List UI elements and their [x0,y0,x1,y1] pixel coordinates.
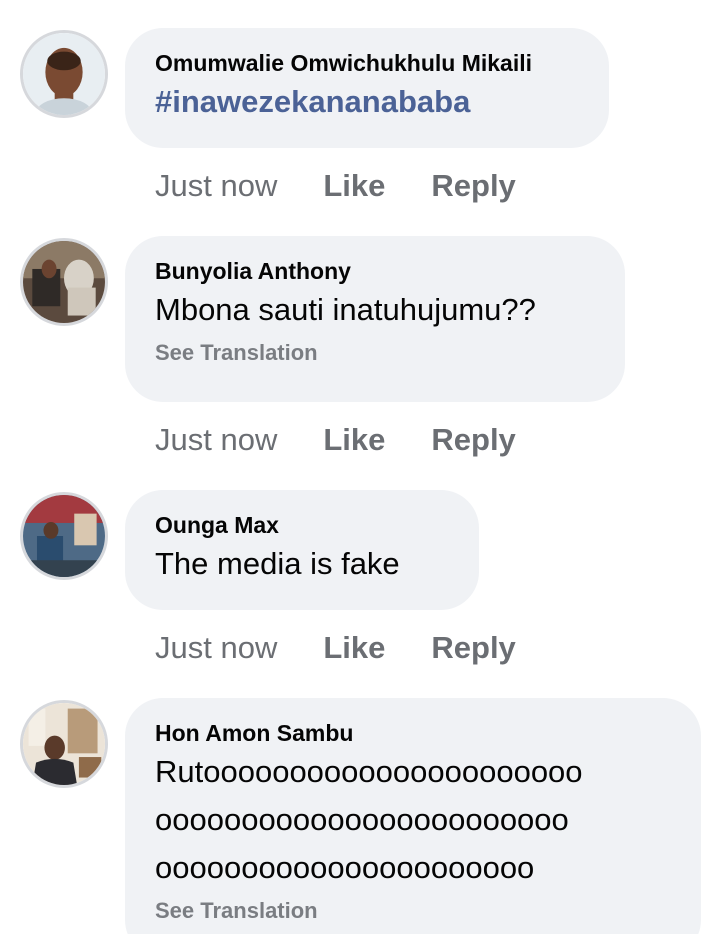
avatar-photo-icon [23,495,105,577]
comment-bubble: Omumwalie Omwichukhulu Mikaili #inawezek… [125,28,609,148]
comment-author[interactable]: Bunyolia Anthony [155,256,595,286]
comment-text-line: oooooooooooooooooooooooo [155,802,569,837]
avatar[interactable] [20,492,108,580]
comment-text: Mbona sauti inatuhujumu?? [155,292,536,327]
comment-author[interactable]: Omumwalie Omwichukhulu Mikaili [155,48,579,78]
comment-text: The media is fake [155,546,400,581]
comment-bubble: Bunyolia Anthony Mbona sauti inatuhujumu… [125,236,625,402]
avatar[interactable] [20,238,108,326]
reply-button[interactable]: Reply [431,628,515,668]
see-translation-link[interactable]: See Translation [155,336,595,370]
comment-timestamp[interactable]: Just now [155,420,277,460]
avatar[interactable] [20,30,108,118]
comment-text-line: oooooooooooooooooooooo [155,850,535,885]
comment-timestamp[interactable]: Just now [155,628,277,668]
avatar-photo-icon [23,703,105,785]
avatar-photo-icon [23,33,105,115]
comment-actions: Just now Like Reply [155,166,516,206]
comment-bubble: Ounga Max The media is fake [125,490,479,610]
comment-timestamp[interactable]: Just now [155,166,277,206]
comment-author[interactable]: Hon Amon Sambu [155,718,671,748]
comment-bubble: Hon Amon Sambu Rutoooooooooooooooooooooo… [125,698,701,934]
comment-author[interactable]: Ounga Max [155,510,449,540]
comments-feed: Omumwalie Omwichukhulu Mikaili #inawezek… [0,0,720,934]
like-button[interactable]: Like [323,628,385,668]
avatar[interactable] [20,700,108,788]
comment-actions: Just now Like Reply [155,628,516,668]
comment-hashtag-link[interactable]: #inawezekananababa [155,78,579,126]
reply-button[interactable]: Reply [431,166,515,206]
reply-button[interactable]: Reply [431,420,515,460]
comment-actions: Just now Like Reply [155,420,516,460]
see-translation-link[interactable]: See Translation [155,894,671,928]
comment-text-line: Rutoooooooooooooooooooooo [155,754,583,789]
like-button[interactable]: Like [323,420,385,460]
like-button[interactable]: Like [323,166,385,206]
avatar-photo-icon [23,241,105,323]
